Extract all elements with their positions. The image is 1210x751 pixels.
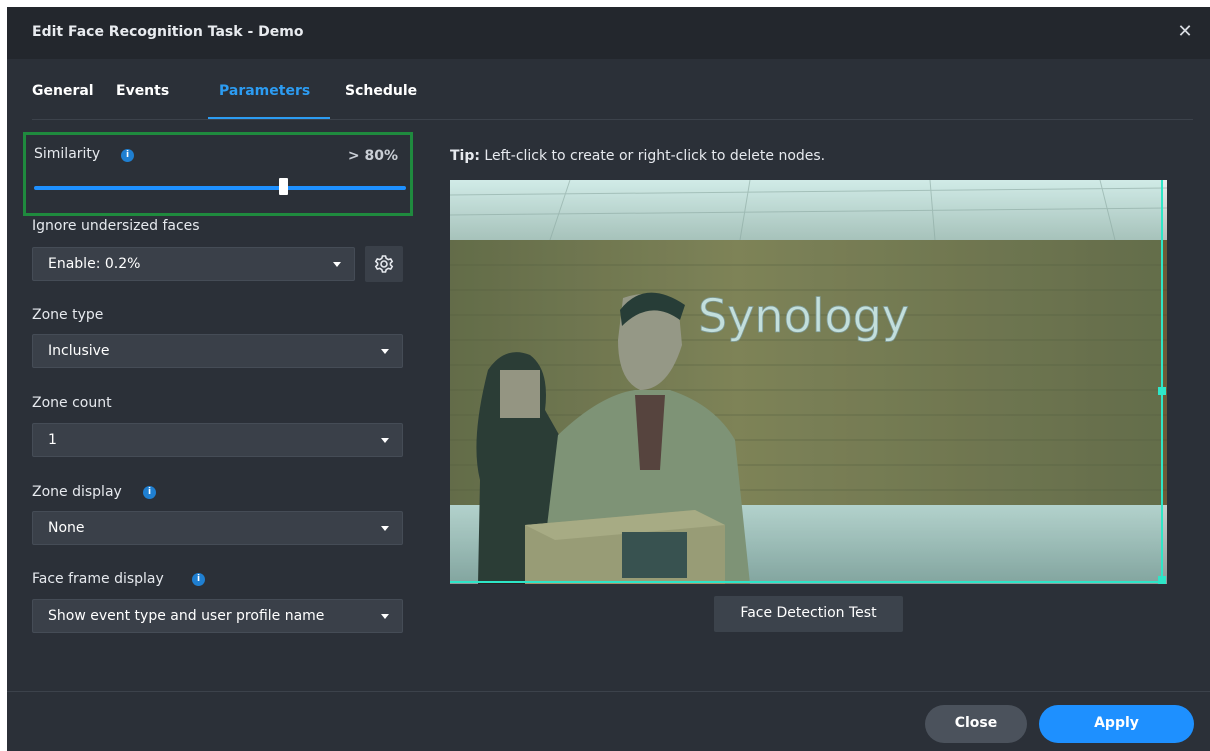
face-detection-test-button[interactable]: Face Detection Test — [714, 596, 903, 632]
undersized-settings-button[interactable] — [365, 246, 403, 282]
close-button[interactable]: Close — [925, 705, 1027, 743]
zone-type-label: Zone type — [32, 307, 104, 323]
info-icon[interactable]: i — [121, 149, 134, 162]
zone-display-value: None — [48, 520, 85, 536]
similarity-slider-track[interactable] — [34, 186, 406, 190]
face-frame-value: Show event type and user profile name — [48, 608, 325, 624]
edit-task-dialog: Edit Face Recognition Task - Demo ✕ Gene… — [7, 7, 1210, 751]
similarity-label: Similarity — [34, 146, 101, 162]
zone-type-value: Inclusive — [48, 343, 110, 359]
chevron-down-icon — [333, 262, 341, 267]
tip-text: Tip: Left-click to create or right-click… — [450, 148, 825, 164]
chevron-down-icon — [381, 526, 389, 531]
similarity-value: > 80% — [347, 148, 398, 164]
tab-schedule[interactable]: Schedule — [345, 83, 417, 99]
undersized-label: Ignore undersized faces — [32, 218, 200, 234]
info-icon[interactable]: i — [143, 486, 156, 499]
camera-snapshot: Synology — [450, 180, 1167, 584]
face-frame-select[interactable]: Show event type and user profile name — [32, 599, 403, 633]
tab-divider — [32, 119, 1193, 120]
undersized-select[interactable]: Enable: 0.2% — [32, 247, 355, 281]
zone-count-select[interactable]: 1 — [32, 423, 403, 457]
camera-preview[interactable]: Synology — [450, 180, 1167, 584]
gear-icon — [374, 255, 394, 273]
tip-prefix: Tip: — [450, 148, 480, 164]
tab-general[interactable]: General — [32, 83, 94, 99]
face-detection-test-label: Face Detection Test — [740, 605, 877, 621]
chevron-down-icon — [381, 614, 389, 619]
chevron-down-icon — [381, 438, 389, 443]
zone-type-select[interactable]: Inclusive — [32, 334, 403, 368]
tip-body: Left-click to create or right-click to d… — [484, 148, 826, 164]
zone-count-label: Zone count — [32, 395, 112, 411]
active-tab-indicator — [208, 117, 330, 119]
similarity-section: Similarity i > 80% — [23, 132, 413, 216]
dialog-title: Edit Face Recognition Task - Demo — [32, 24, 304, 40]
close-icon[interactable]: ✕ — [1176, 23, 1194, 41]
zone-display-label: Zone display — [32, 484, 122, 500]
apply-button-label: Apply — [1094, 715, 1139, 731]
apply-button[interactable]: Apply — [1039, 705, 1194, 743]
tab-events[interactable]: Events — [116, 83, 169, 99]
tab-parameters[interactable]: Parameters — [219, 83, 310, 99]
footer-divider — [7, 691, 1210, 692]
face-frame-label: Face frame display — [32, 571, 164, 587]
title-bar: Edit Face Recognition Task - Demo ✕ — [7, 7, 1210, 59]
undersized-value: Enable: 0.2% — [48, 256, 141, 272]
info-icon[interactable]: i — [192, 573, 205, 586]
zone-display-select[interactable]: None — [32, 511, 403, 545]
zone-count-value: 1 — [48, 432, 57, 448]
chevron-down-icon — [381, 349, 389, 354]
similarity-slider-handle[interactable] — [279, 178, 289, 195]
close-button-label: Close — [954, 715, 998, 731]
